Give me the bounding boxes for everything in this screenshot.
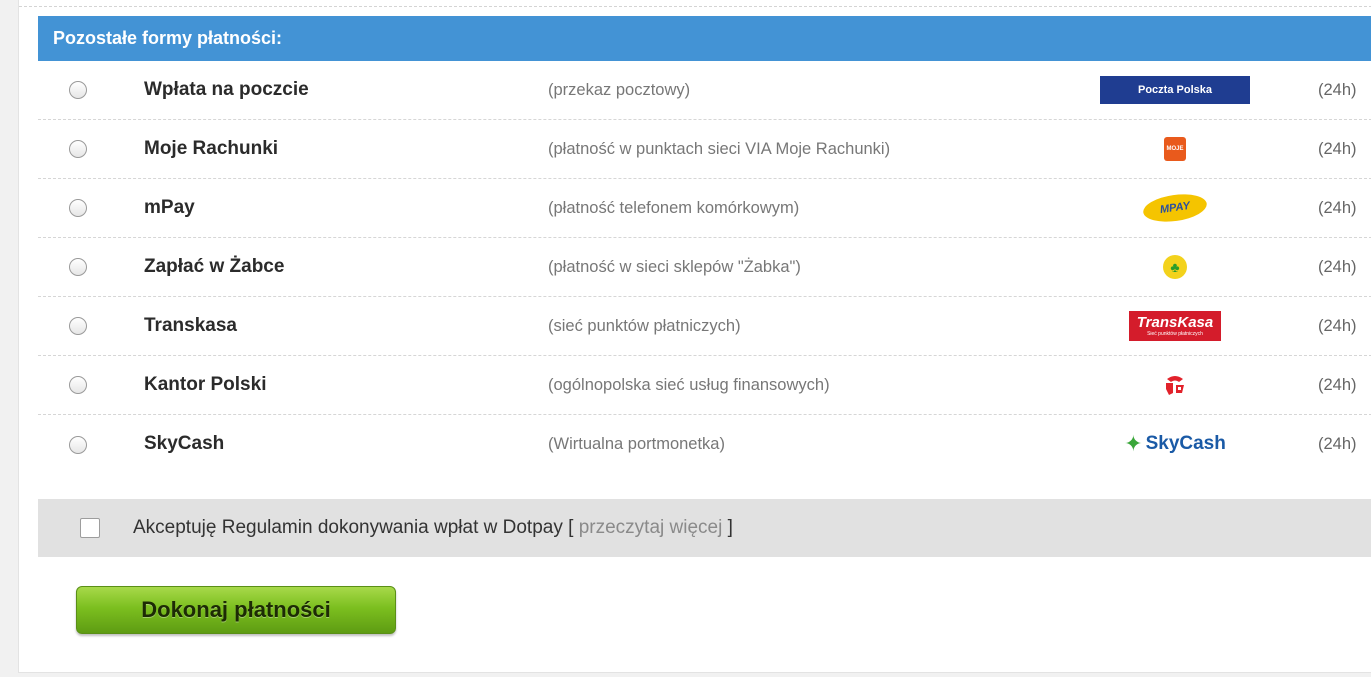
logo-text: MPAY [1141, 190, 1209, 226]
pay-button[interactable]: Dokonaj płatności [76, 586, 396, 634]
payment-method-time: (24h) [1318, 140, 1357, 158]
payment-method-description: (sieć punktów płatniczych) [548, 317, 741, 335]
payment-method-time: (24h) [1318, 199, 1357, 217]
logo-text: SkyCash [1145, 433, 1226, 454]
terms-label: Akceptuję Regulamin dokonywania wpłat w … [133, 499, 733, 557]
payment-method-time: (24h) [1318, 258, 1357, 276]
payment-method-row[interactable]: Moje Rachunki (płatność w punktach sieci… [38, 120, 1371, 179]
read-more-link[interactable]: przeczytaj więcej [579, 517, 723, 538]
section-header: Pozostałe formy płatności: [38, 16, 1371, 61]
payment-method-time: (24h) [1318, 376, 1357, 394]
payment-method-row[interactable]: Zapłać w Żabce (płatność w sieci sklepów… [38, 238, 1371, 297]
payment-method-radio[interactable] [69, 376, 87, 394]
terms-bar: Akceptuję Regulamin dokonywania wpłat w … [38, 499, 1371, 557]
payment-panel: Pozostałe formy płatności: Wpłata na poc… [18, 0, 1371, 673]
payment-method-description: (ogólnopolska sieć usług finansowych) [548, 376, 830, 394]
transkasa-logo: TransKasa Sieć punktów płatniczych [1100, 297, 1250, 355]
payment-method-time: (24h) [1318, 435, 1357, 453]
payment-method-radio[interactable] [69, 317, 87, 335]
payment-method-radio[interactable] [69, 81, 87, 99]
logo-subtext: Sieć punktów płatniczych [1147, 331, 1203, 337]
payment-method-description: (płatność w sieci sklepów "Żabka") [548, 258, 801, 276]
payment-method-name: Moje Rachunki [144, 138, 279, 159]
logo-text: TransKasa [1136, 314, 1214, 331]
payment-methods-list: Wpłata na poczcie (przekaz pocztowy) Poc… [38, 61, 1371, 474]
payment-method-time: (24h) [1318, 81, 1357, 99]
poczta-polska-logo: Poczta Polska [1100, 61, 1250, 119]
payment-method-row[interactable]: mPay (płatność telefonem komórkowym) MPA… [38, 179, 1371, 238]
payment-method-description: (przekaz pocztowy) [548, 81, 691, 99]
top-divider [19, 6, 1371, 7]
skycash-logo: ✦ SkyCash [1100, 415, 1250, 473]
kantor-polski-logo [1100, 356, 1250, 414]
moje-rachunki-logo: MOJE RACHUNKI [1100, 120, 1250, 178]
payment-method-row[interactable]: SkyCash (Wirtualna portmonetka) ✦ SkyCas… [38, 415, 1371, 474]
logo-text: Poczta Polska [1138, 84, 1212, 96]
bracket-open: [ [568, 517, 574, 538]
star-icon: ✦ [1124, 431, 1143, 456]
payment-method-radio[interactable] [69, 140, 87, 158]
payment-method-description: (Wirtualna portmonetka) [548, 435, 725, 453]
payment-method-name: Transkasa [144, 315, 237, 336]
payment-method-time: (24h) [1318, 317, 1357, 335]
payment-method-description: (płatność w punktach sieci VIA Moje Rach… [548, 140, 891, 158]
payment-method-radio[interactable] [69, 435, 87, 454]
payment-method-row[interactable]: Kantor Polski (ogólnopolska sieć usług f… [38, 356, 1371, 415]
payment-method-name: Wpłata na poczcie [144, 79, 309, 100]
payment-method-name: Zapłać w Żabce [144, 256, 285, 277]
bracket-close: ] [727, 517, 733, 538]
zabka-logo: ♣ [1100, 238, 1250, 296]
payment-method-row[interactable]: Wpłata na poczcie (przekaz pocztowy) Poc… [38, 61, 1371, 120]
terms-text: Akceptuję Regulamin dokonywania wpłat w … [133, 517, 563, 538]
payment-method-name: mPay [144, 197, 195, 218]
logo-text: MOJE RACHUNKI [1164, 137, 1196, 176]
mpay-logo: MPAY [1100, 179, 1250, 237]
payment-method-name: Kantor Polski [144, 374, 267, 395]
payment-method-description: (płatność telefonem komórkowym) [548, 199, 800, 217]
frog-icon: ♣ [1163, 255, 1187, 279]
payment-method-name: SkyCash [144, 433, 225, 454]
payment-method-radio[interactable] [69, 258, 87, 276]
payment-method-row[interactable]: Transkasa (sieć punktów płatniczych) Tra… [38, 297, 1371, 356]
kantor-polski-icon [1166, 376, 1184, 395]
terms-checkbox[interactable] [80, 518, 100, 538]
payment-method-radio[interactable] [69, 199, 87, 217]
